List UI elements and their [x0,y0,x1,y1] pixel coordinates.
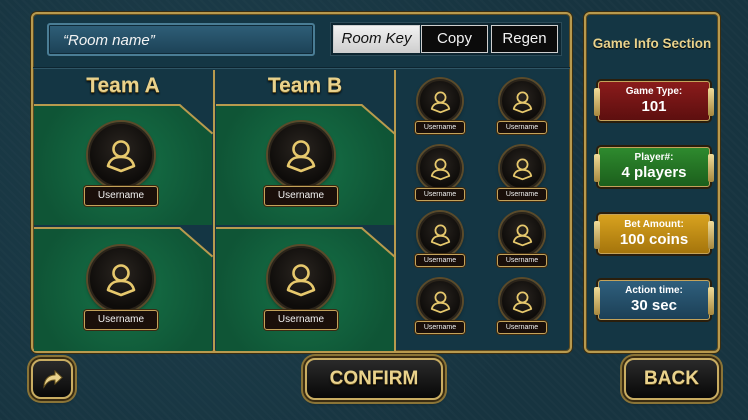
user-avatar-icon [500,146,544,190]
confirm-button[interactable]: CONFIRM [305,358,443,400]
user-silhouette-icon [512,158,532,180]
user-silhouette-icon [430,291,450,313]
share-arrow-icon [43,369,63,389]
back-button[interactable]: BACK [624,358,719,400]
user-silhouette-icon [430,224,450,246]
username-label: Username [497,188,547,201]
user-silhouette-icon [106,264,136,297]
username-label: Username [415,321,465,334]
copy-button[interactable]: Copy [421,25,488,53]
user-avatar-icon [88,122,154,188]
username-label: Username [497,321,547,334]
regen-button[interactable]: Regen [491,25,558,53]
player-count-value: 4 players [621,164,687,181]
player-count-card: Player#: 4 players [594,147,714,187]
user-silhouette-icon [512,291,532,313]
username-label: Username [264,186,338,206]
username-label: Username [264,310,338,330]
user-avatar-icon [268,122,334,188]
header-divider [33,67,570,69]
room-name-field[interactable]: “Room name” [47,23,315,56]
user-silhouette-icon [430,91,450,113]
user-silhouette-icon [512,91,532,113]
game-info-title: Game Info Section [592,36,712,51]
player-count-label: Player#: [634,152,674,163]
user-avatar-icon [500,279,544,323]
user-silhouette-icon [286,264,316,297]
user-avatar-icon [500,79,544,123]
user-avatar-icon [418,146,462,190]
bet-amount-label: Bet Amount: [624,219,684,230]
user-silhouette-icon [430,158,450,180]
share-button[interactable] [31,359,73,399]
action-time-value: 30 sec [631,297,677,314]
game-type-label: Game Type: [625,86,683,97]
username-label: Username [415,121,465,134]
column-divider [394,70,396,351]
game-type-card: Game Type: 101 [594,81,714,121]
user-avatar-icon [268,246,334,312]
game-type-value: 101 [641,98,667,115]
user-avatar-icon [418,212,462,256]
user-avatar-icon [418,279,462,323]
team-b-title: Team B [267,74,343,97]
username-label: Username [497,254,547,267]
user-silhouette-icon [512,224,532,246]
username-label: Username [497,121,547,134]
user-avatar-icon [88,246,154,312]
username-label: Username [415,188,465,201]
user-avatar-icon [500,212,544,256]
username-label: Username [415,254,465,267]
user-silhouette-icon [286,140,316,173]
room-key-button[interactable]: Room Key [333,25,420,53]
action-time-card: Action time: 30 sec [594,280,714,320]
bet-amount-card: Bet Amount: 100 coins [594,214,714,254]
bet-amount-value: 100 coins [619,231,689,248]
team-a-title: Team A [86,74,160,97]
user-silhouette-icon [106,140,136,173]
action-time-label: Action time: [625,285,683,296]
username-label: Username [84,186,158,206]
column-divider [213,70,215,351]
user-avatar-icon [418,79,462,123]
username-label: Username [84,310,158,330]
